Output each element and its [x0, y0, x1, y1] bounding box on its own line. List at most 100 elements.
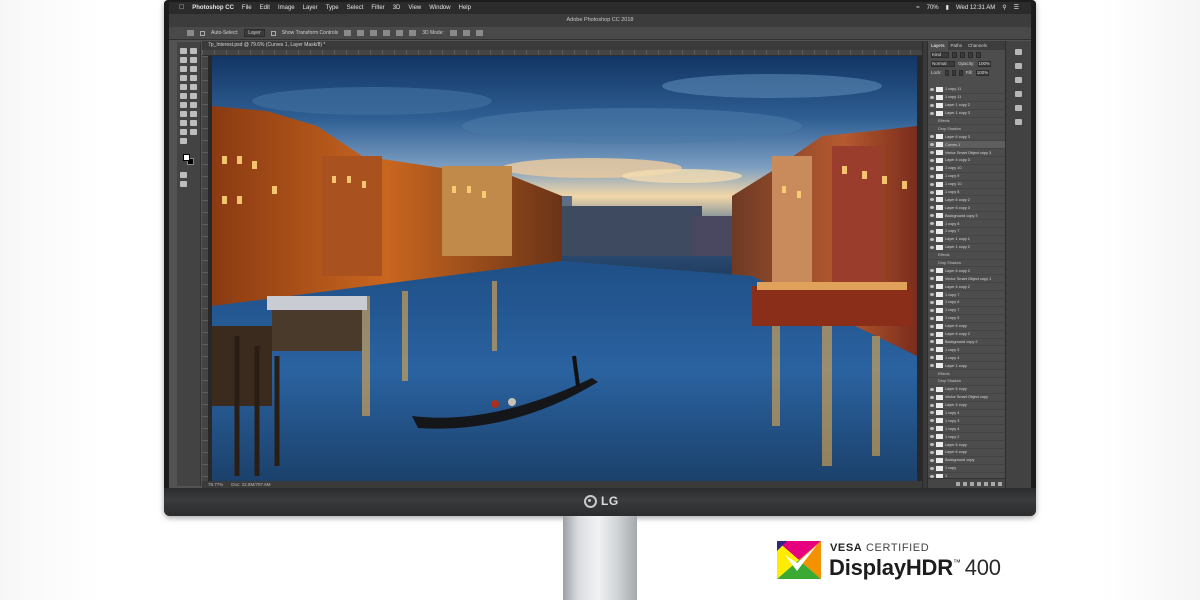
- visibility-eye-icon[interactable]: [930, 111, 934, 115]
- lock-pixels-icon[interactable]: [944, 69, 949, 76]
- layer-row[interactable]: 1 copy 4: [928, 425, 1006, 434]
- blend-mode-dropdown[interactable]: Normal: [931, 60, 955, 67]
- tab-channels[interactable]: Channels: [965, 41, 990, 50]
- visibility-eye-icon[interactable]: [930, 332, 934, 336]
- layer-effect-row[interactable]: Drop Shadow: [928, 260, 1006, 268]
- layer-row[interactable]: 1 copy 4: [928, 354, 1006, 363]
- layer-row[interactable]: 1 copy 11: [928, 94, 1006, 102]
- align-center-icon[interactable]: [357, 30, 365, 36]
- tab-layers[interactable]: Layers: [928, 41, 948, 50]
- align-right-icon[interactable]: [370, 30, 378, 36]
- layer-effect-row[interactable]: Drop Shadow: [928, 378, 1006, 386]
- layer-row[interactable]: Layer 1 copy 2: [928, 244, 1006, 252]
- visibility-eye-icon[interactable]: [930, 458, 934, 462]
- layer-row[interactable]: 1 copy 4: [928, 410, 1006, 418]
- layer-row[interactable]: 1 copy 7: [928, 307, 1006, 315]
- visibility-eye-icon[interactable]: [930, 190, 934, 194]
- layer-row[interactable]: 1 copy 11: [928, 86, 1006, 94]
- layer-effect-row[interactable]: Effects: [928, 118, 1006, 126]
- align-top-icon[interactable]: [383, 30, 391, 36]
- trash-icon[interactable]: [998, 481, 1002, 486]
- clock[interactable]: Wed 12:31 AM: [956, 2, 995, 14]
- marquee-tool[interactable]: [190, 48, 197, 54]
- layer-row[interactable]: Layer 6 copy: [928, 386, 1006, 394]
- history-brush-tool[interactable]: [190, 84, 197, 90]
- layer-effect-row[interactable]: Effects: [928, 252, 1006, 260]
- visibility-eye-icon[interactable]: [930, 419, 934, 423]
- layer-row[interactable]: Vector Smart Object copy 3: [928, 149, 1006, 158]
- align-bottom-icon[interactable]: [409, 30, 417, 36]
- layer-row[interactable]: 1 copy 2: [928, 433, 1006, 442]
- layer-row[interactable]: Layer 4 copy 2: [928, 283, 1006, 292]
- layer-style-icon[interactable]: [963, 481, 967, 486]
- visibility-eye-icon[interactable]: [930, 135, 934, 139]
- layer-row[interactable]: Layer 6 copy 2: [928, 196, 1006, 205]
- layer-row[interactable]: Layer 6 copy: [928, 441, 1006, 449]
- visibility-eye-icon[interactable]: [930, 348, 934, 352]
- visibility-eye-icon[interactable]: [930, 435, 934, 439]
- layer-row[interactable]: Layer 6 copy 2: [928, 331, 1006, 339]
- menu-layer[interactable]: Layer: [303, 2, 318, 14]
- visibility-eye-icon[interactable]: [930, 364, 934, 368]
- layer-row[interactable]: Layer 6 copy 2: [928, 267, 1006, 276]
- extra-tools-icon[interactable]: [180, 138, 187, 144]
- visibility-eye-icon[interactable]: [930, 277, 934, 281]
- menu-filter[interactable]: Filter: [371, 2, 384, 14]
- lock-position-icon[interactable]: [951, 69, 956, 76]
- battery-percent[interactable]: 70%: [927, 2, 939, 14]
- 3d-rotate-icon[interactable]: [449, 30, 457, 36]
- layer-row[interactable]: Layer 1 copy 2: [928, 102, 1006, 110]
- visibility-eye-icon[interactable]: [930, 222, 934, 226]
- layer-row[interactable]: Layer 6 copy: [928, 449, 1006, 457]
- visibility-eye-icon[interactable]: [930, 450, 934, 454]
- document-tab[interactable]: 7p_Interest.psd @ 79.6% (Curves 1, Layer…: [208, 42, 325, 48]
- dodge-tool[interactable]: [190, 102, 197, 108]
- show-transform-checkbox[interactable]: [270, 30, 276, 36]
- layer-row[interactable]: 1 copy 7: [928, 291, 1006, 300]
- tab-paths[interactable]: Paths: [948, 41, 966, 50]
- shape-tool[interactable]: [190, 120, 197, 126]
- layer-row[interactable]: 1 copy 5: [928, 315, 1006, 323]
- battery-icon[interactable]: ▮: [946, 2, 949, 14]
- layer-row[interactable]: Vector Smart Object copy 1: [928, 275, 1006, 284]
- 3d-pan-icon[interactable]: [475, 30, 483, 36]
- menu-window[interactable]: Window: [429, 2, 450, 14]
- crop-tool[interactable]: [180, 66, 187, 72]
- filter-adjustment-icon[interactable]: [960, 51, 965, 58]
- zoom-tool[interactable]: [190, 129, 197, 135]
- layer-row[interactable]: 1 copy 8: [928, 220, 1006, 229]
- visibility-eye-icon[interactable]: [930, 403, 934, 407]
- link-layers-icon[interactable]: [956, 481, 960, 486]
- visibility-eye-icon[interactable]: [930, 293, 934, 297]
- move-tool-icon[interactable]: [187, 30, 194, 36]
- zoom-level[interactable]: 79.77%: [208, 481, 223, 488]
- visibility-eye-icon[interactable]: [930, 427, 934, 431]
- visibility-eye-icon[interactable]: [930, 466, 934, 470]
- visibility-eye-icon[interactable]: [930, 324, 934, 328]
- layer-row[interactable]: Layer 1 copy 1: [928, 236, 1006, 244]
- layer-row[interactable]: Layer 1 copy 3: [928, 110, 1006, 118]
- apple-icon[interactable]: : [179, 2, 184, 14]
- layer-row[interactable]: 1 copy 3: [928, 417, 1006, 426]
- quick-mask-icon[interactable]: [180, 172, 187, 178]
- lock-all-icon[interactable]: [958, 69, 963, 76]
- visibility-eye-icon[interactable]: [930, 269, 934, 273]
- visibility-eye-icon[interactable]: [930, 411, 934, 415]
- layer-row[interactable]: 1 copy 7: [928, 228, 1006, 236]
- history-panel-icon[interactable]: [1015, 49, 1022, 55]
- visibility-eye-icon[interactable]: [930, 206, 934, 210]
- menu-3d[interactable]: 3D: [393, 2, 401, 14]
- visibility-eye-icon[interactable]: [930, 151, 934, 155]
- visibility-eye-icon[interactable]: [930, 387, 934, 391]
- brush-tool[interactable]: [190, 75, 197, 81]
- hand-tool[interactable]: [180, 129, 187, 135]
- foreground-color-swatch[interactable]: [183, 154, 190, 161]
- menu-file[interactable]: File: [242, 2, 252, 14]
- screen-mode-icon[interactable]: [180, 181, 187, 187]
- align-left-icon[interactable]: [344, 30, 352, 36]
- layer-row[interactable]: Layer 6 copy: [928, 323, 1006, 331]
- properties-panel-icon[interactable]: [1015, 63, 1022, 69]
- pen-tool[interactable]: [180, 111, 187, 117]
- layer-row[interactable]: Vector Smart Object copy: [928, 394, 1006, 402]
- swatches-panel-icon[interactable]: [1015, 119, 1022, 125]
